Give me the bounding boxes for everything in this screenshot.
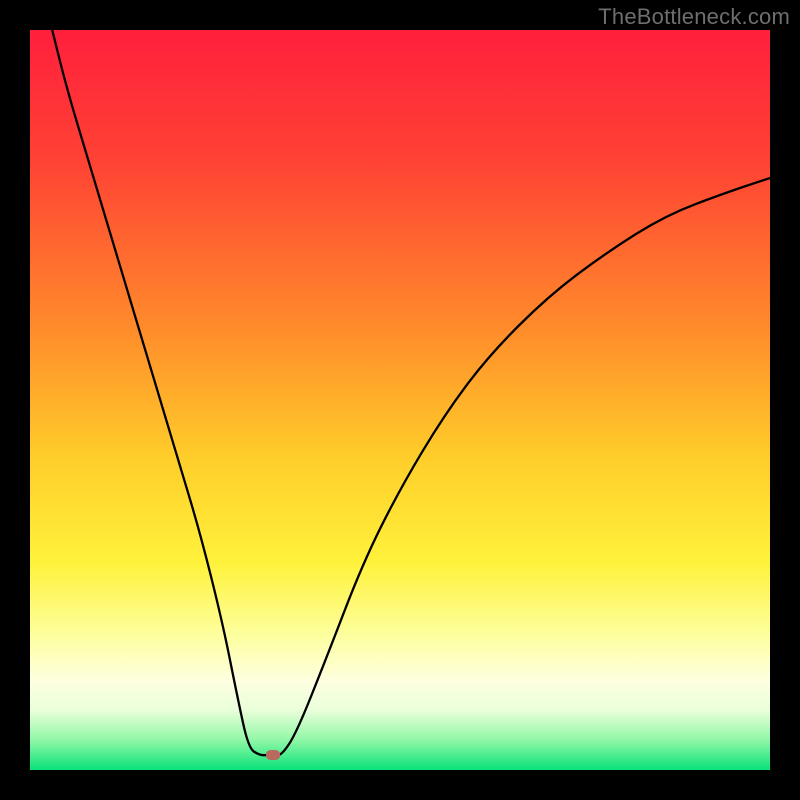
minimum-marker	[266, 750, 280, 760]
watermark-text: TheBottleneck.com	[598, 4, 790, 30]
curve-svg	[30, 30, 770, 770]
plot-area	[30, 30, 770, 770]
chart-frame: TheBottleneck.com	[0, 0, 800, 800]
bottleneck-curve	[52, 30, 770, 755]
